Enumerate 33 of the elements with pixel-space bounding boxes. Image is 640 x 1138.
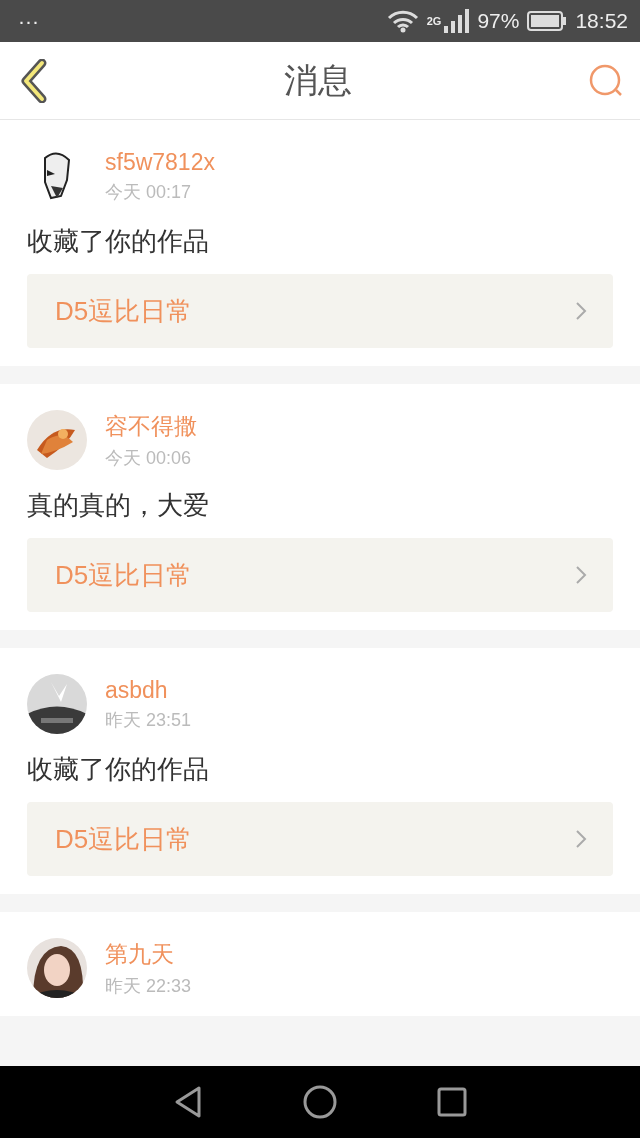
message-time: 今天 00:06 [105,446,193,470]
message-text: 收藏了你的作品 [27,753,210,786]
battery-percent: 97% [477,9,520,33]
user-name[interactable]: sf5w7812x [105,148,215,176]
back-triangle-icon [173,1085,203,1119]
back-button[interactable] [18,58,48,103]
work-link[interactable]: D5逗比日常 [27,802,613,876]
user-name[interactable]: 第九天 [105,938,192,970]
wifi-icon [386,9,419,33]
user-name[interactable]: asbdh [105,676,192,704]
back-nav-button[interactable] [173,1085,203,1119]
recents-square-icon [437,1087,467,1117]
message-text: 收藏了你的作品 [27,225,210,258]
clock-time: 18:52 [575,9,628,33]
back-chevron-icon [18,58,48,103]
home-circle-icon [303,1085,337,1119]
network-type: 2G [426,15,442,27]
signal-icon [443,9,470,33]
page-title: 消息 [284,59,352,101]
more-dots: ··· [18,9,39,33]
work-link[interactable]: D5逗比日常 [27,538,613,612]
chevron-right-icon [575,301,587,321]
chevron-right-icon [575,565,587,585]
message-time: 今天 00:17 [105,180,193,204]
recents-button[interactable] [437,1087,467,1117]
battery-icon [527,11,568,31]
message-text: 真的真的，大爱 [27,489,210,522]
message-time: 昨天 22:33 [105,974,192,998]
message-time: 昨天 23:51 [105,708,192,732]
home-button[interactable] [303,1085,337,1119]
chevron-right-icon [575,829,587,849]
user-name[interactable]: 容不得撒 [105,410,197,442]
work-link[interactable]: D5逗比日常 [27,274,613,348]
